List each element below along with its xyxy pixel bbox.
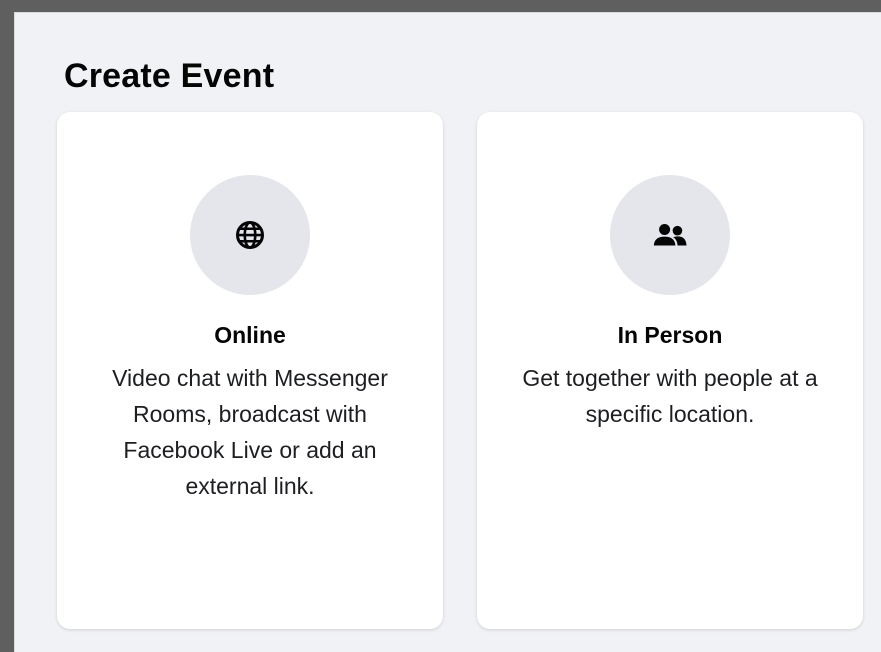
globe-icon [236, 221, 264, 249]
in-person-option-title: In Person [617, 322, 723, 348]
in-person-option-description: Get together with people at a specific l… [522, 365, 818, 427]
online-icon-circle [190, 175, 310, 295]
people-icon [653, 223, 687, 246]
online-event-option[interactable]: Online Video chat with Messenger Rooms, … [57, 112, 443, 629]
page-title: Create Event [64, 57, 275, 95]
window-frame: Create Event Online Video chat with Mess… [0, 0, 881, 652]
online-option-description: Video chat with Messenger Rooms, broadca… [112, 365, 388, 499]
online-option-title: Online [214, 322, 286, 348]
in-person-icon-circle [610, 175, 730, 295]
create-event-panel: Create Event Online Video chat with Mess… [14, 12, 881, 652]
in-person-event-option[interactable]: In Person Get together with people at a … [477, 112, 863, 629]
